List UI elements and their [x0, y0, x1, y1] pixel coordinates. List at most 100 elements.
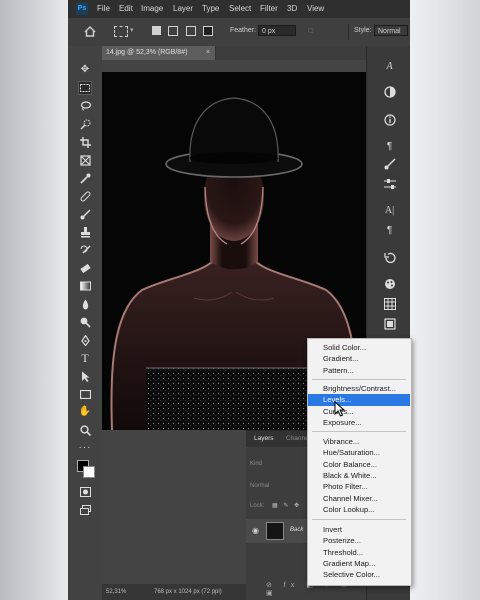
- zoom-readout[interactable]: 52,31%: [106, 584, 126, 600]
- menu-item-threshold[interactable]: Threshold...: [308, 547, 410, 558]
- anti-alias-checkbox[interactable]: ▢: [308, 27, 314, 34]
- style-label: Style:: [354, 27, 372, 34]
- paragraph-icon[interactable]: ¶: [383, 140, 396, 153]
- menu-item-selective-color[interactable]: Selective Color...: [308, 569, 410, 580]
- menu-item-channel-mixer[interactable]: Channel Mixer...: [308, 493, 410, 504]
- menu-edit[interactable]: Edit: [119, 4, 133, 13]
- menu-item-vibrance[interactable]: Vibrance...: [308, 436, 410, 447]
- quick-select-icon[interactable]: [79, 118, 91, 130]
- swatches-icon[interactable]: [383, 298, 396, 311]
- menu-filter[interactable]: Filter: [260, 4, 278, 13]
- menu-type[interactable]: Type: [202, 4, 219, 13]
- menu-item-solid-color[interactable]: Solid Color...: [308, 342, 410, 353]
- home-icon[interactable]: [84, 26, 96, 37]
- options-bar: ▾ Feather: 0 px ▢ Style: Normal: [68, 18, 410, 47]
- blur-icon[interactable]: [79, 298, 91, 310]
- gradient-icon[interactable]: [79, 280, 91, 292]
- rectangular-marquee-preset-icon[interactable]: [114, 26, 128, 37]
- background-color-swatch[interactable]: [83, 466, 95, 478]
- character-icon[interactable]: A: [383, 60, 396, 73]
- menu-bar: Ps File Edit Image Layer Type Select Fil…: [68, 0, 410, 18]
- eyedropper-icon[interactable]: [79, 172, 91, 184]
- hand-icon[interactable]: ✋: [79, 406, 91, 418]
- menu-item-black-white[interactable]: Black & White...: [308, 470, 410, 481]
- clone-stamp-icon[interactable]: [79, 226, 91, 238]
- brush-settings-icon[interactable]: [383, 158, 396, 171]
- lock-label: Lock:: [250, 503, 265, 509]
- menu-item-invert[interactable]: Invert: [308, 524, 410, 535]
- type-icon[interactable]: T: [79, 352, 91, 364]
- frame-icon[interactable]: [79, 154, 91, 166]
- chevron-down-icon[interactable]: ▾: [130, 26, 134, 34]
- style-select[interactable]: Normal: [374, 25, 408, 36]
- menu-layer[interactable]: Layer: [173, 4, 193, 13]
- brush-icon[interactable]: [79, 208, 91, 220]
- screen-mode-icon[interactable]: [79, 504, 91, 516]
- layer-name[interactable]: Back: [290, 527, 303, 533]
- menu-view[interactable]: View: [307, 4, 324, 13]
- character-styles-icon[interactable]: A|: [383, 204, 396, 217]
- menu-item-gradient[interactable]: Gradient...: [308, 353, 410, 364]
- crop-icon[interactable]: [79, 136, 91, 148]
- blend-mode-select[interactable]: Normal: [250, 481, 269, 492]
- menu-item-levels[interactable]: Levels...: [308, 394, 410, 406]
- menu-item-photo-filter[interactable]: Photo Filter...: [308, 481, 410, 492]
- menu-select[interactable]: Select: [229, 4, 251, 13]
- intersect-selection-icon[interactable]: [203, 26, 213, 36]
- lasso-icon[interactable]: [79, 100, 91, 112]
- properties-icon[interactable]: [383, 178, 396, 191]
- path-selection-icon[interactable]: [79, 370, 91, 382]
- eraser-icon[interactable]: [79, 262, 91, 274]
- more-tools-icon[interactable]: ···: [79, 442, 91, 454]
- mouse-cursor-icon: [334, 401, 346, 417]
- add-to-selection-icon[interactable]: [168, 26, 178, 36]
- lock-move-icon[interactable]: ✥: [294, 503, 299, 509]
- tab-channels[interactable]: Channe: [286, 435, 309, 442]
- visibility-eye-icon[interactable]: ◉: [252, 526, 259, 535]
- menu-item-pattern[interactable]: Pattern...: [308, 365, 410, 376]
- marquee-icon[interactable]: [78, 81, 92, 95]
- rectangle-icon[interactable]: [79, 388, 91, 400]
- history-icon[interactable]: [383, 252, 396, 265]
- dodge-icon[interactable]: [79, 316, 91, 328]
- menu-3d[interactable]: 3D: [287, 4, 297, 13]
- blend-mode-value: Normal: [250, 483, 270, 489]
- menu-file[interactable]: File: [97, 4, 110, 13]
- options-divider: [348, 24, 349, 40]
- libraries-icon[interactable]: [383, 318, 396, 331]
- adjustments-icon[interactable]: [383, 86, 396, 99]
- layer-filter-kind[interactable]: Kind: [250, 459, 262, 470]
- lock-paint-icon[interactable]: ✎: [283, 503, 288, 509]
- close-tab-icon[interactable]: ×: [206, 46, 210, 60]
- menu-item-brightness-contrast[interactable]: Brightness/Contrast...: [308, 383, 410, 394]
- new-selection-icon[interactable]: [152, 26, 161, 35]
- quick-mask-icon[interactable]: [79, 486, 91, 498]
- document-tab[interactable]: 14.jpg @ 52,3% (RGB/8#) ×: [102, 46, 216, 60]
- document-title: 14.jpg @ 52,3% (RGB/8#): [106, 49, 188, 56]
- info-icon[interactable]: [383, 114, 396, 127]
- paragraph-styles-icon[interactable]: ¶: [383, 224, 396, 237]
- menu-item-color-balance[interactable]: Color Balance...: [308, 459, 410, 470]
- tab-layers[interactable]: Layers: [254, 435, 274, 442]
- pen-icon[interactable]: [79, 334, 91, 346]
- feather-input[interactable]: 0 px: [258, 25, 296, 36]
- left-background: [0, 0, 68, 600]
- subtract-from-selection-icon[interactable]: [186, 26, 196, 36]
- photoshop-logo: Ps: [76, 3, 88, 15]
- tab-strip: [216, 46, 366, 60]
- zoom-icon[interactable]: [79, 424, 91, 436]
- menu-item-hue-saturation[interactable]: Hue/Saturation...: [308, 447, 410, 458]
- menu-divider: [312, 431, 406, 432]
- healing-brush-icon[interactable]: [79, 190, 91, 202]
- history-brush-icon[interactable]: [79, 244, 91, 256]
- menu-item-gradient-map[interactable]: Gradient Map...: [308, 558, 410, 569]
- document-dimensions: 768 px x 1024 px (72 ppi): [154, 589, 222, 595]
- lock-pixels-icon[interactable]: ▦: [272, 503, 278, 509]
- menu-item-curves[interactable]: Curves...: [308, 406, 410, 417]
- color-icon[interactable]: [383, 278, 396, 291]
- move-icon[interactable]: ✥: [79, 64, 91, 76]
- menu-item-color-lookup[interactable]: Color Lookup...: [308, 504, 410, 515]
- menu-image[interactable]: Image: [141, 4, 163, 13]
- menu-item-posterize[interactable]: Posterize...: [308, 535, 410, 546]
- menu-item-exposure[interactable]: Exposure...: [308, 417, 410, 428]
